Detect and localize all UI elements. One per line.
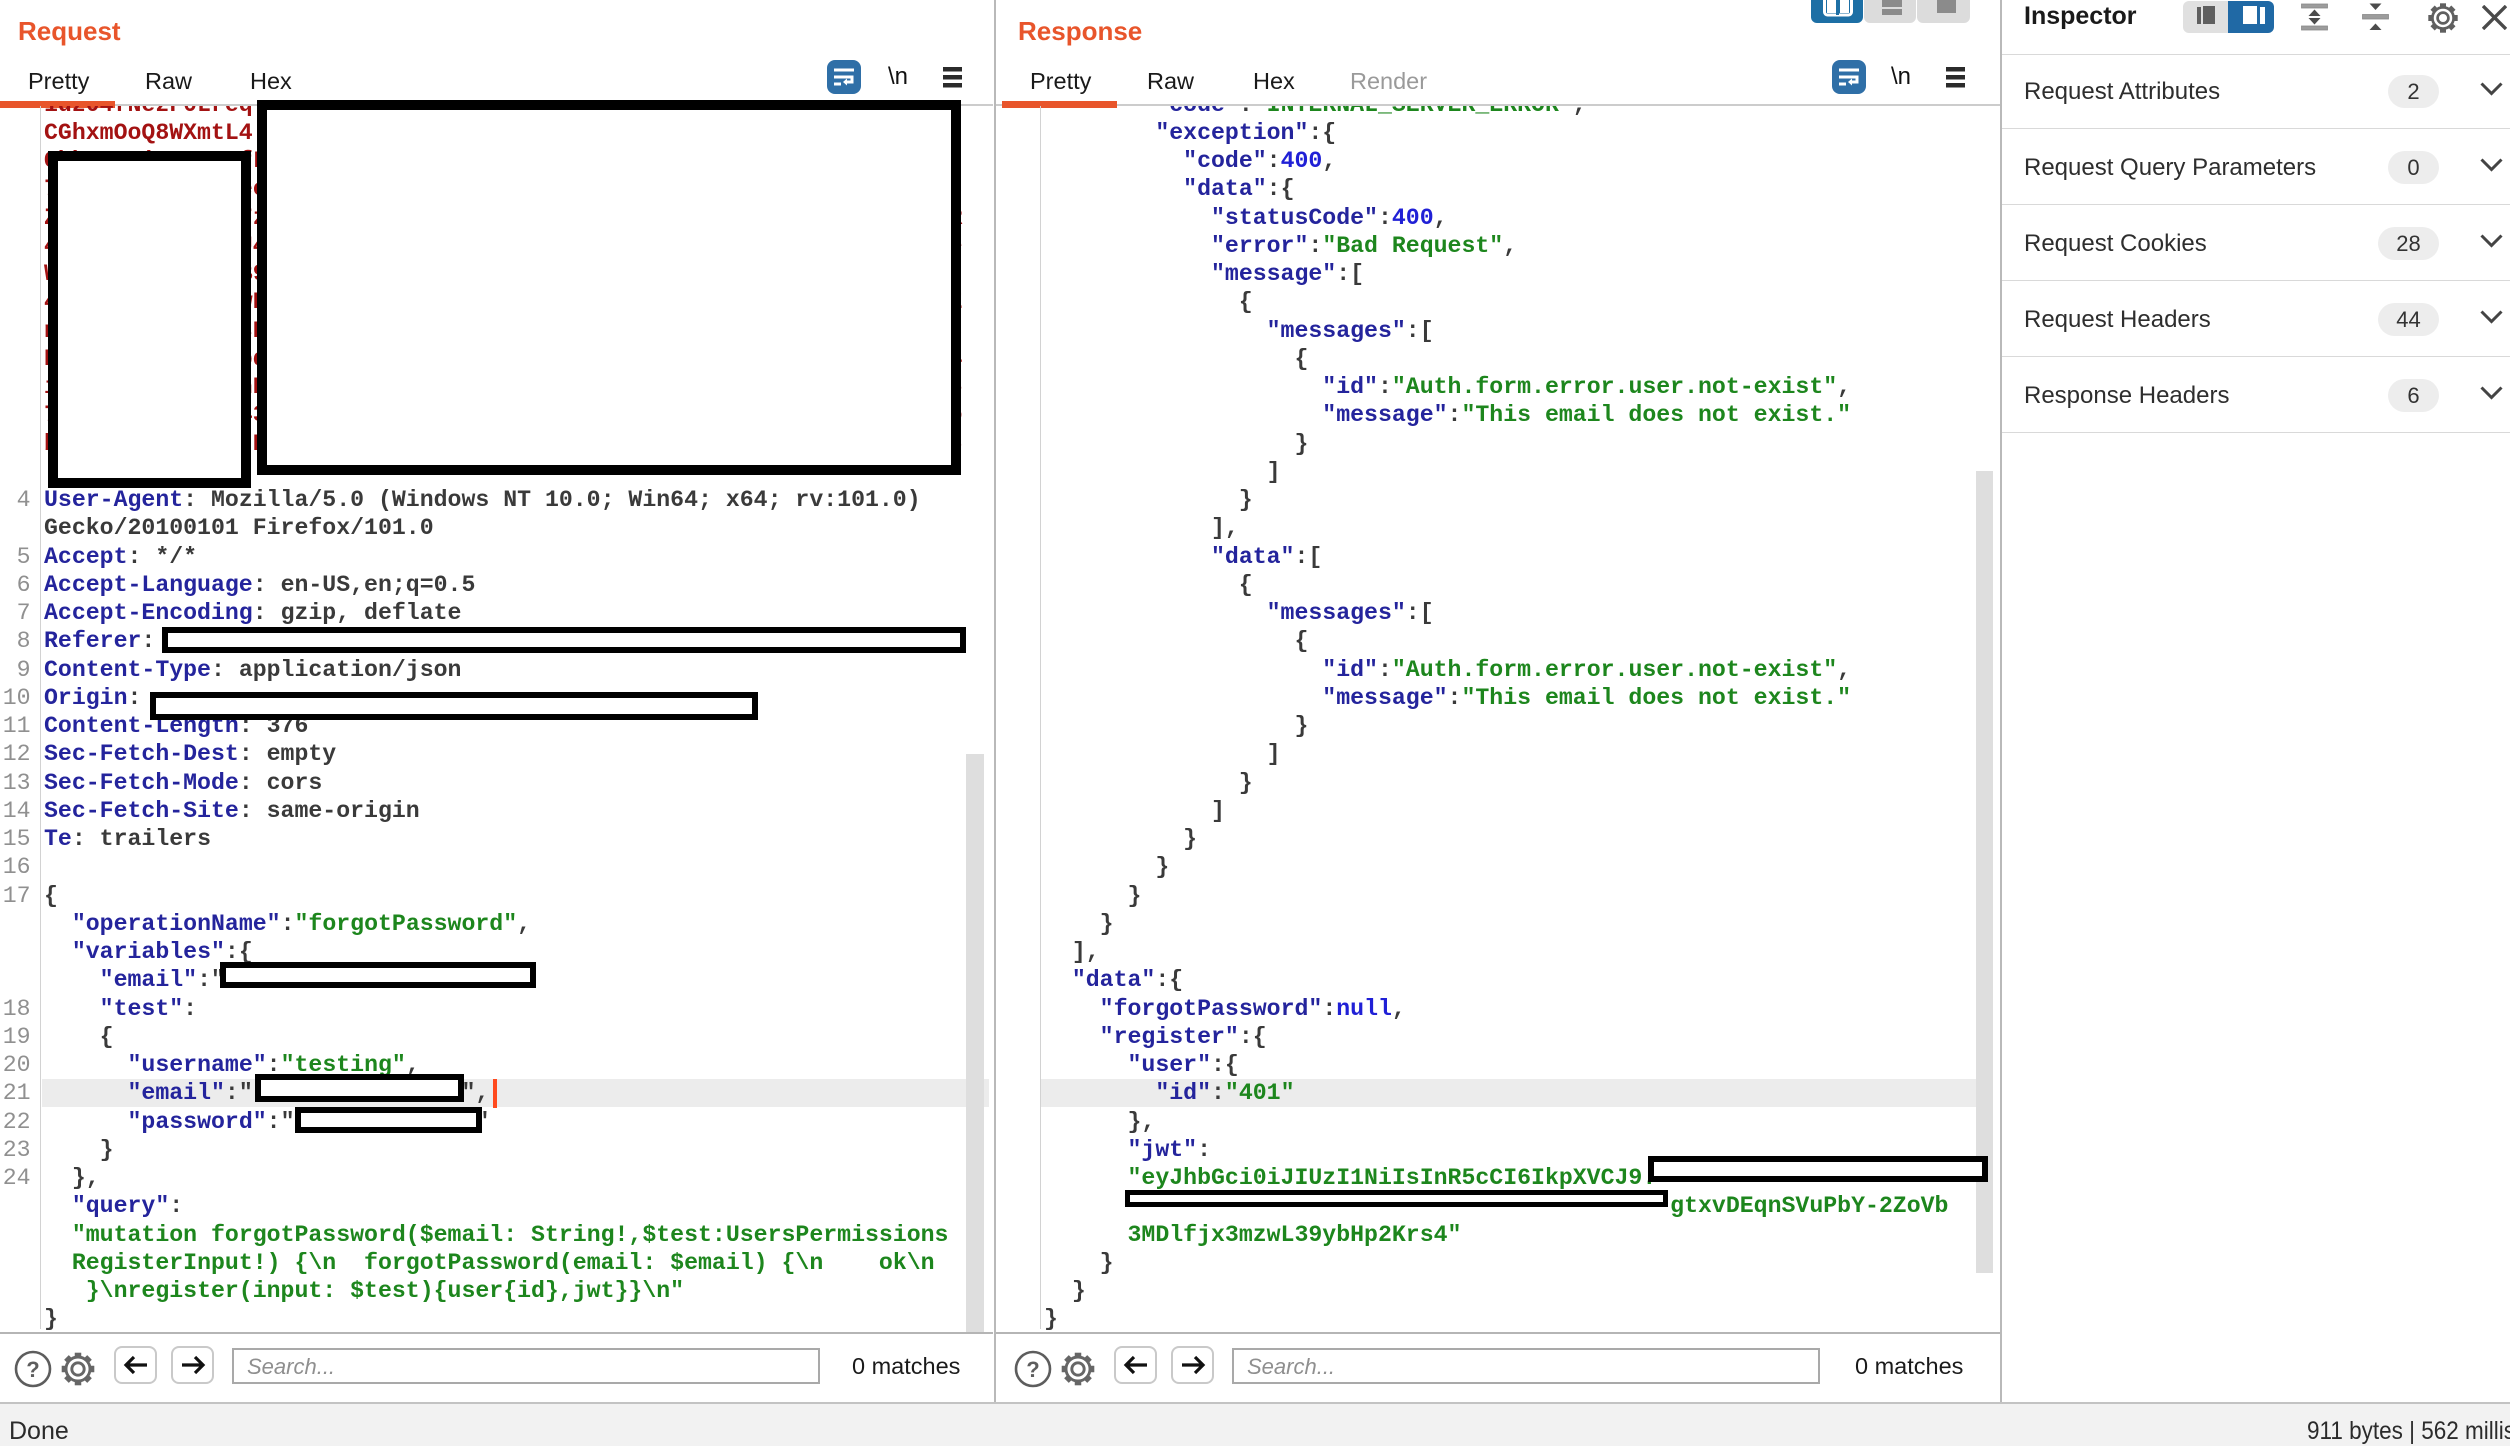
svg-text:?: ? — [1026, 1357, 1039, 1382]
svg-text:?: ? — [26, 1357, 39, 1382]
